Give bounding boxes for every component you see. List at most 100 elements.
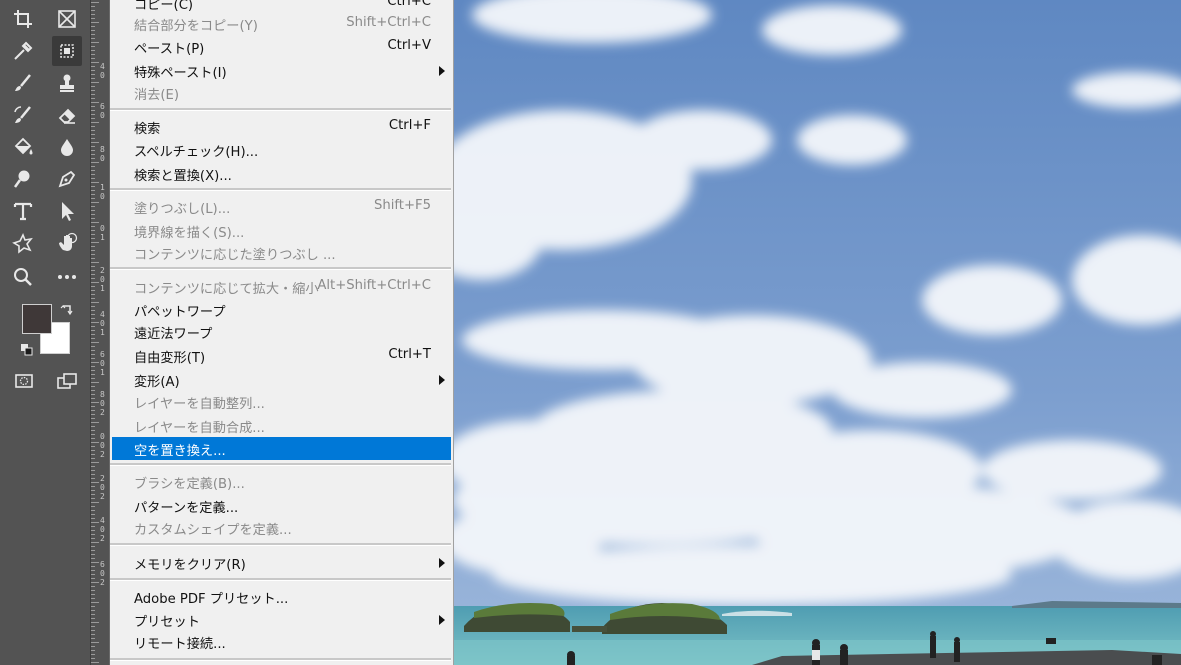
ruler-tick <box>91 662 99 663</box>
drop-icon[interactable] <box>52 132 82 162</box>
brush-icon[interactable] <box>8 68 38 98</box>
swap-colors-icon[interactable] <box>60 302 74 316</box>
ruler-tick <box>91 526 95 527</box>
menu-item[interactable]: スペルチェック(H)... <box>112 138 451 161</box>
more-tools-icon[interactable] <box>52 262 82 292</box>
ruler-tick <box>91 98 95 99</box>
menu-item[interactable]: リモート接続... <box>112 630 451 653</box>
ruler-tick <box>91 58 95 59</box>
ruler-tick <box>91 646 95 647</box>
ruler-tick <box>91 146 95 147</box>
menu-item[interactable]: 消去(E) <box>112 81 451 104</box>
hand-icon[interactable] <box>52 228 82 258</box>
menu-item[interactable]: 境界線を描く(S)... <box>112 219 451 242</box>
ruler-tick <box>91 522 99 523</box>
eraser-icon[interactable] <box>52 100 82 130</box>
ruler-tick <box>91 186 95 187</box>
ruler-label: 0 <box>100 154 105 163</box>
menu-separator <box>110 658 451 661</box>
menu-item[interactable]: ブラシを定義(B)... <box>112 470 451 493</box>
ruler-tick <box>91 342 99 343</box>
ruler-tick <box>91 598 95 599</box>
eyedropper-icon[interactable] <box>8 36 38 66</box>
quick-mask-icon[interactable] <box>9 366 39 396</box>
ruler-tick <box>91 394 95 395</box>
menu-item-label: パペットワープ <box>134 305 226 320</box>
foreground-color-swatch[interactable] <box>22 304 52 334</box>
menu-item-label: 消去(E) <box>134 88 179 103</box>
menu-item[interactable]: カスタムシェイプを定義... <box>112 516 451 539</box>
menu-item[interactable]: レイヤーを自動合成... <box>112 414 451 437</box>
frame-icon[interactable] <box>52 4 82 34</box>
ruler-tick <box>91 206 95 207</box>
object-selection-icon[interactable] <box>52 36 82 66</box>
ruler-tick <box>91 638 95 639</box>
path-selection-icon[interactable] <box>52 196 82 226</box>
ruler-label: 2 <box>100 450 105 459</box>
menu-item[interactable]: 塗りつぶし(L)... Shift+F5 <box>112 195 451 218</box>
custom-shape-icon[interactable] <box>8 228 38 258</box>
menu-item-shortcut: Ctrl+F <box>388 118 431 133</box>
stamp-icon[interactable] <box>52 68 82 98</box>
ruler-tick <box>91 254 95 255</box>
ruler-tick <box>91 118 95 119</box>
menu-item[interactable]: コンテンツに応じて拡大・縮小 Alt+Shift+Ctrl+C <box>112 275 451 298</box>
ruler-tick <box>91 50 95 51</box>
ruler-tick <box>91 182 99 183</box>
screen-mode-icon[interactable] <box>52 366 82 396</box>
pen-icon[interactable] <box>52 164 82 194</box>
menu-item[interactable]: プリセット <box>112 608 451 631</box>
ruler-tick <box>91 386 95 387</box>
text-icon[interactable] <box>8 196 38 226</box>
menu-item[interactable]: 検索と置換(X)... <box>112 162 451 185</box>
ruler-tick <box>91 14 95 15</box>
dodge-icon[interactable] <box>8 164 38 194</box>
ruler-tick <box>91 438 95 439</box>
menu-item-label: 結合部分をコピー(Y) <box>134 19 258 34</box>
menu-item[interactable]: 特殊ペースト(I) <box>112 59 451 82</box>
menu-item-label: 変形(A) <box>134 375 180 390</box>
ruler-tick <box>91 18 95 19</box>
menu-item[interactable]: 検索 Ctrl+F <box>112 115 451 138</box>
menu-item[interactable]: 自由変形(T) Ctrl+T <box>112 344 451 367</box>
menu-item-label: コンテンツに応じて拡大・縮小 <box>134 282 319 297</box>
ruler-tick <box>91 490 95 491</box>
zoom-icon[interactable] <box>8 262 38 292</box>
menu-item[interactable]: パターンを定義... <box>112 494 451 517</box>
ruler-tick <box>91 554 95 555</box>
ruler-tick <box>91 402 99 403</box>
ruler-tick <box>91 454 95 455</box>
menu-item[interactable]: メモリをクリア(R) <box>112 551 451 574</box>
menu-item[interactable]: パペットワープ <box>112 298 451 321</box>
ruler-tick <box>91 582 99 583</box>
ruler-tick <box>91 430 95 431</box>
image-canvas[interactable] <box>452 0 1181 665</box>
ruler-tick <box>91 458 95 459</box>
menu-item[interactable]: レイヤーを自動整列... <box>112 390 451 413</box>
crop-icon[interactable] <box>8 4 38 34</box>
ruler-tick <box>91 546 95 547</box>
menu-item[interactable]: 空を置き換え... <box>112 437 451 460</box>
paint-bucket-icon[interactable] <box>8 132 38 162</box>
menu-item[interactable]: Adobe PDF プリセット... <box>112 585 451 608</box>
default-colors-icon[interactable] <box>20 342 34 356</box>
sky-beach-photo <box>452 0 1181 665</box>
menu-item[interactable]: ペースト(P) Ctrl+V <box>112 35 451 58</box>
menu-item[interactable]: 変形(A) <box>112 368 451 391</box>
ruler-tick <box>91 242 99 243</box>
menu-item-shortcut: Shift+F5 <box>374 198 431 213</box>
ruler-tick <box>91 102 99 103</box>
menu-item-label: 空を置き換え... <box>134 444 226 459</box>
history-brush-icon[interactable] <box>8 100 38 130</box>
menu-item[interactable]: 結合部分をコピー(Y) Shift+Ctrl+C <box>112 12 451 35</box>
menu-item[interactable]: 遠近法ワープ <box>112 320 451 343</box>
ruler-tick <box>91 530 95 531</box>
ruler-label: 0 <box>100 192 105 201</box>
ruler-tick <box>91 362 99 363</box>
ruler-tick <box>91 618 95 619</box>
menu-item[interactable]: コンテンツに応じた塗りつぶし ... <box>112 241 451 264</box>
ruler-tick <box>91 486 95 487</box>
ruler-tick <box>91 570 95 571</box>
ruler-tick <box>91 418 95 419</box>
ruler-tick <box>91 474 95 475</box>
